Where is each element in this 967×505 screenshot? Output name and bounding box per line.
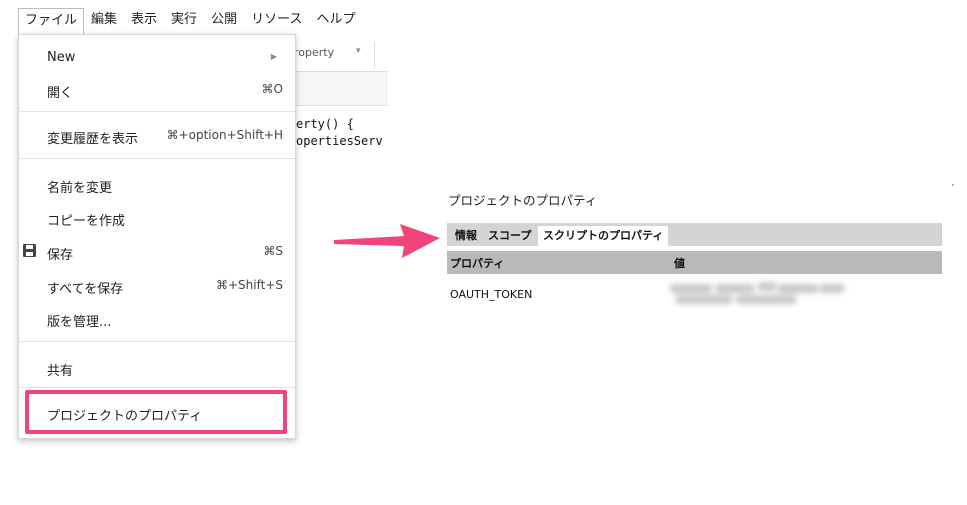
- property-key-cell[interactable]: OAUTH_TOKEN: [450, 288, 532, 301]
- submenu-arrow-icon: ▶: [270, 52, 277, 61]
- file-menu-dropdown: New ▶ 開く ⌘O 変更履歴を表示 ⌘+option+Shift+H 名前を…: [18, 34, 296, 439]
- menu-item-label: 共有: [47, 364, 74, 379]
- menu-divider: [19, 111, 295, 112]
- menu-help[interactable]: ヘルプ: [309, 8, 362, 32]
- menu-item-label: 保存: [47, 248, 74, 263]
- toolbar-divider: [374, 42, 375, 68]
- menu-item-share[interactable]: 共有: [19, 353, 295, 383]
- shortcut-label: ⌘S: [263, 244, 283, 258]
- menu-bar: ファイル 編集 表示 実行 公開 リソース ヘルプ: [18, 7, 362, 34]
- menu-item-label: すべてを保存: [47, 282, 124, 297]
- menu-item-new[interactable]: New ▶: [19, 43, 295, 73]
- table-header: プロパティ 値: [447, 251, 942, 274]
- menu-item-label: New: [47, 50, 76, 65]
- menu-item-make-copy[interactable]: コピーを作成: [19, 203, 295, 233]
- highlight-box: [25, 390, 287, 434]
- editor-tab-band: [280, 72, 388, 106]
- menu-item-label: コピーを作成: [47, 214, 126, 229]
- arrow-icon: [334, 224, 440, 258]
- dialog-corner-mark: [952, 184, 954, 186]
- shortcut-label: ⌘+Shift+S: [215, 278, 283, 292]
- menu-item-rename[interactable]: 名前を変更: [19, 170, 295, 200]
- column-header-value: 値: [674, 257, 685, 270]
- menu-item-label: 変更履歴を表示: [47, 132, 139, 147]
- menu-file[interactable]: ファイル: [18, 7, 85, 34]
- tab-info[interactable]: 情報: [450, 226, 482, 246]
- menu-divider: [19, 387, 295, 388]
- code-editor[interactable]: erty() { opertiesServ: [296, 116, 383, 150]
- menu-resources[interactable]: リソース: [244, 8, 309, 32]
- save-icon: [23, 244, 36, 257]
- menu-publish[interactable]: 公開: [204, 8, 244, 32]
- shortcut-label: ⌘+option+Shift+H: [166, 128, 283, 142]
- menu-view[interactable]: 表示: [124, 8, 164, 32]
- menu-item-open[interactable]: 開く ⌘O: [19, 75, 295, 105]
- tab-script-properties[interactable]: スクリプトのプロパティ: [538, 226, 669, 246]
- property-value-blurred[interactable]: [670, 281, 846, 307]
- menu-divider: [19, 158, 295, 159]
- chevron-down-icon[interactable]: ▾: [356, 46, 361, 56]
- menu-run[interactable]: 実行: [164, 8, 204, 32]
- menu-item-revision-history[interactable]: 変更履歴を表示 ⌘+option+Shift+H: [19, 121, 295, 151]
- menu-item-label: 版を管理...: [47, 315, 112, 330]
- menu-divider: [19, 341, 295, 342]
- code-line: erty() {: [296, 117, 354, 131]
- menu-item-save-all[interactable]: すべてを保存 ⌘+Shift+S: [19, 271, 295, 301]
- menu-item-label: 名前を変更: [47, 181, 113, 196]
- shortcut-label: ⌘O: [261, 82, 283, 96]
- menu-item-manage-versions[interactable]: 版を管理...: [19, 304, 295, 334]
- code-line: opertiesServ: [296, 134, 383, 148]
- dialog-title: プロジェクトのプロパティ: [448, 193, 598, 208]
- column-header-property: プロパティ: [450, 257, 505, 270]
- menu-item-save[interactable]: 保存 ⌘S: [19, 237, 295, 267]
- dialog-tab-bar: 情報 スコープ スクリプトのプロパティ: [447, 223, 942, 246]
- function-select[interactable]: roperty: [294, 46, 334, 59]
- tab-scopes[interactable]: スコープ: [483, 226, 536, 246]
- editor-toolbar: roperty ▾: [280, 36, 388, 72]
- menu-item-label: 開く: [47, 86, 74, 101]
- menu-edit[interactable]: 編集: [84, 8, 124, 32]
